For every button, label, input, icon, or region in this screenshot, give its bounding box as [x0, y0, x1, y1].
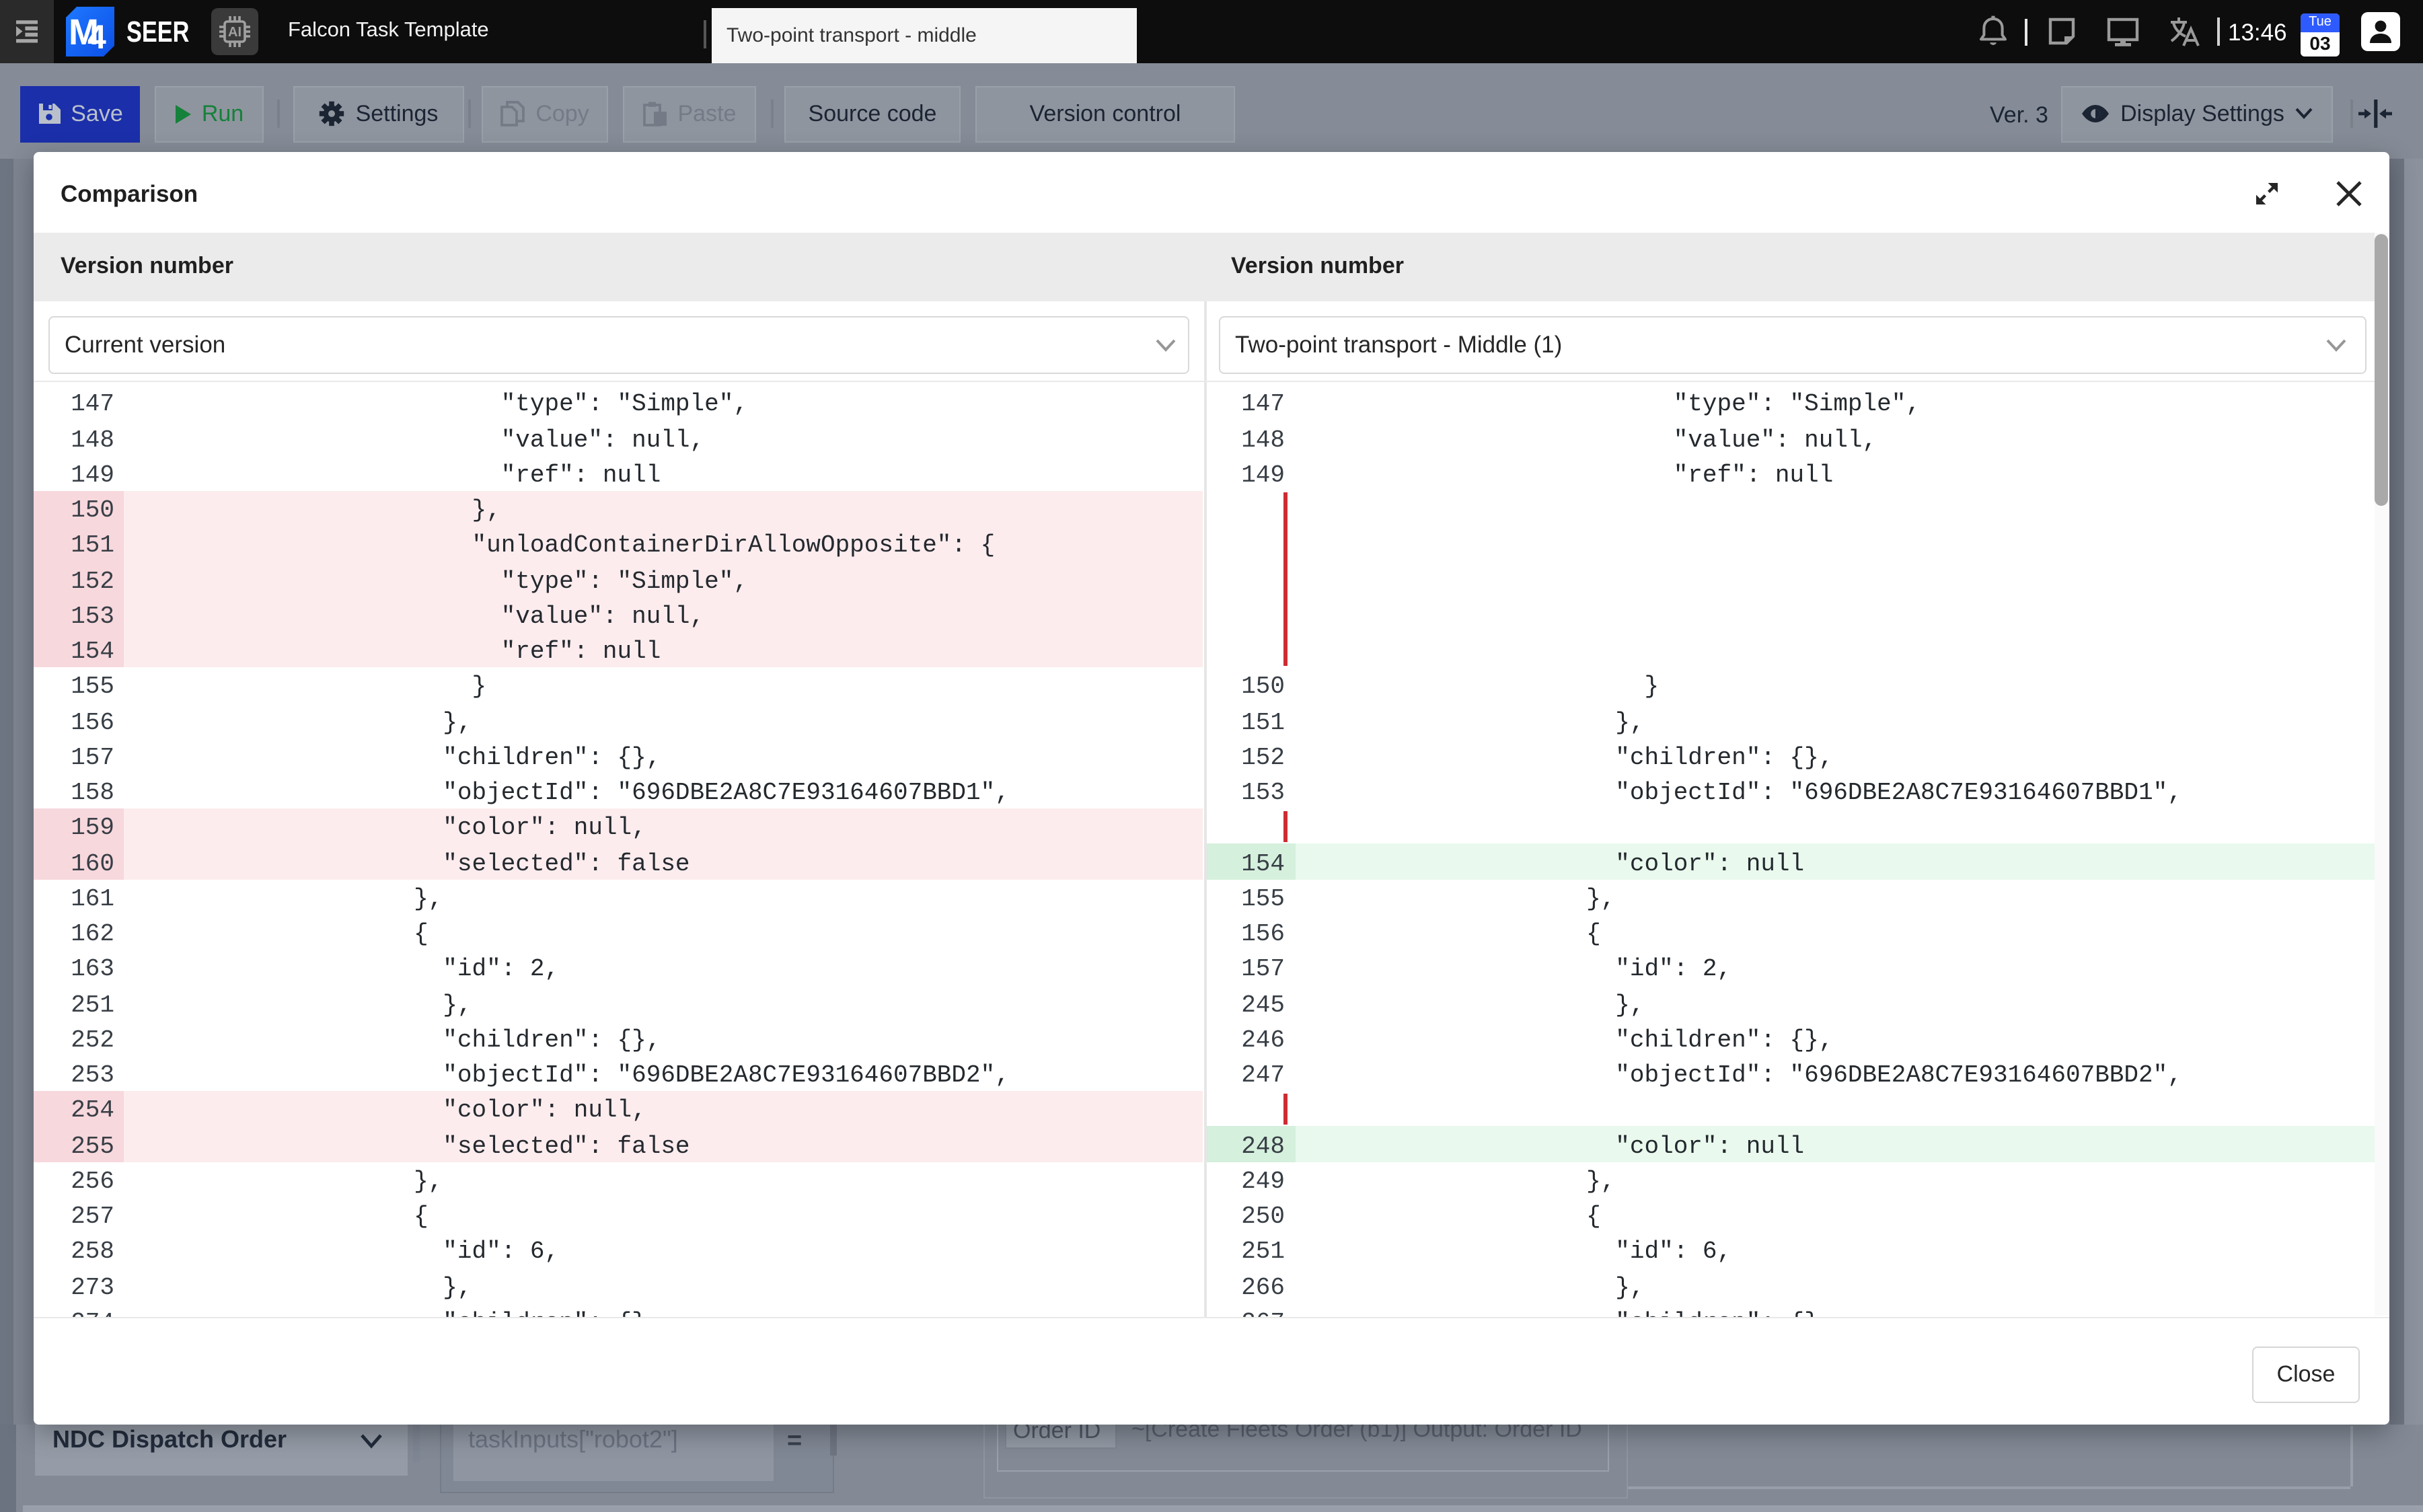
svg-text:AI: AI	[228, 25, 241, 40]
svg-text:4: 4	[87, 18, 106, 56]
